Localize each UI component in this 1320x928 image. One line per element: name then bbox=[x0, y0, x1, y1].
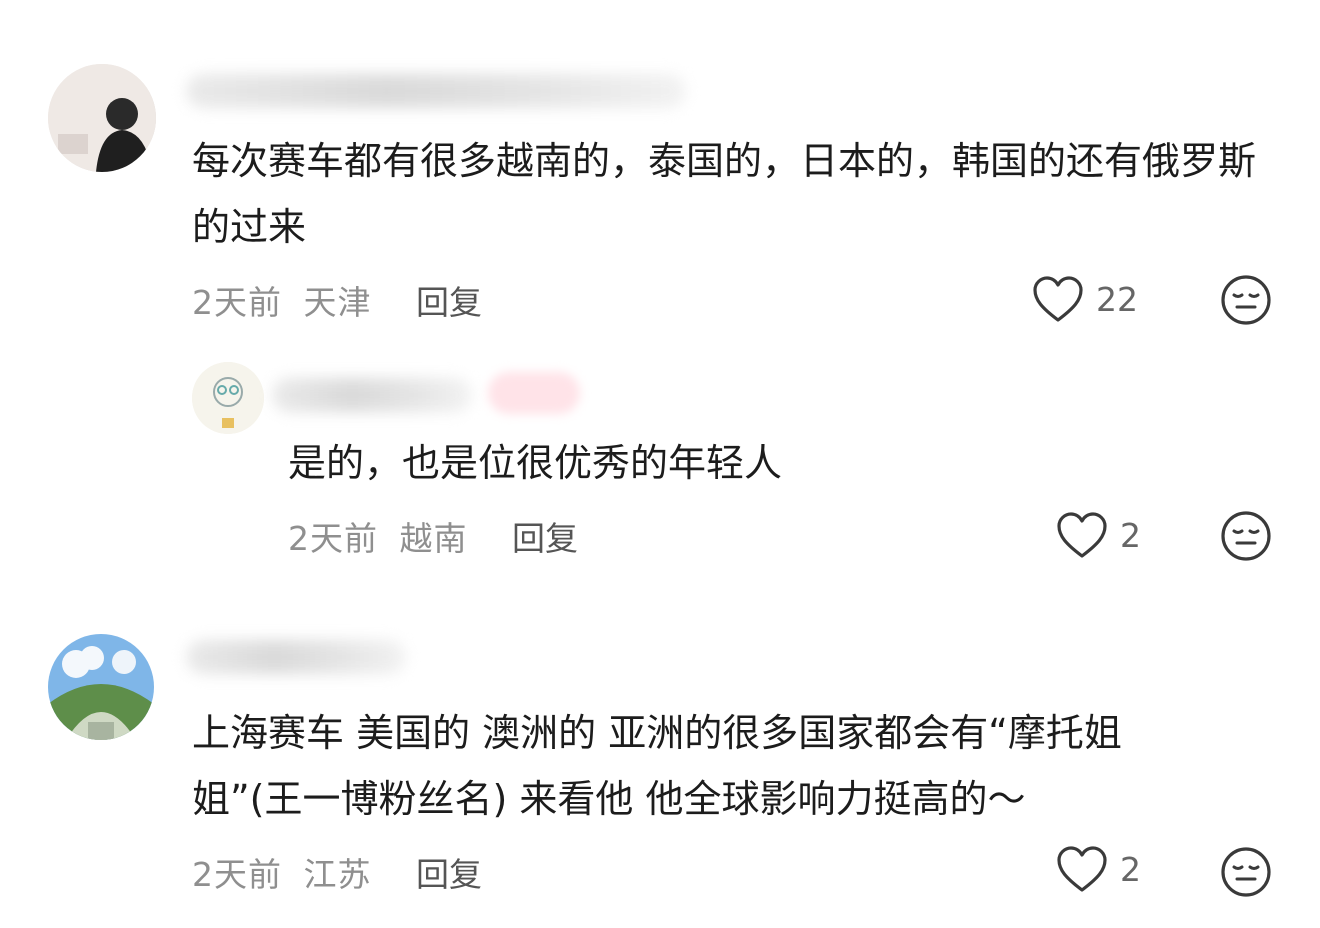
comment-meta: 2天前 天津 bbox=[192, 276, 372, 324]
commenter-name-blurred[interactable] bbox=[186, 74, 686, 108]
reply-button[interactable]: 回复 bbox=[512, 512, 578, 560]
comment-text: 上海赛车 美国的 澳洲的 亚洲的很多国家都会有“摩托姐姐”(王一博粉丝名) 来看… bbox=[192, 711, 1122, 821]
reply-button[interactable]: 回复 bbox=[416, 848, 482, 896]
like-count: 2 bbox=[1120, 516, 1141, 555]
comment-location: 天津 bbox=[303, 283, 372, 322]
heart-outline-icon[interactable] bbox=[1056, 846, 1108, 894]
neutral-face-icon[interactable] bbox=[1220, 510, 1272, 562]
like-count: 2 bbox=[1120, 850, 1141, 889]
comment-time: 2天前 bbox=[192, 855, 282, 894]
commenter-avatar[interactable] bbox=[48, 634, 154, 740]
comment-meta: 2天前 江苏 bbox=[192, 848, 372, 896]
author-badge bbox=[488, 372, 580, 414]
reply-text: 是的，也是位很优秀的年轻人 bbox=[288, 441, 783, 485]
commenter-name-blurred[interactable] bbox=[186, 640, 406, 674]
neutral-face-icon[interactable] bbox=[1220, 846, 1272, 898]
comment-location: 江苏 bbox=[303, 855, 372, 894]
commenter-avatar[interactable] bbox=[48, 64, 156, 172]
heart-outline-icon[interactable] bbox=[1056, 512, 1108, 560]
reply-meta: 2天前 越南 bbox=[288, 512, 468, 560]
comment-text: 每次赛车都有很多越南的，泰国的，日本的，韩国的还有俄罗斯的过来 bbox=[192, 139, 1257, 249]
replier-avatar[interactable] bbox=[192, 362, 264, 434]
heart-outline-icon[interactable] bbox=[1032, 276, 1084, 324]
reply-button[interactable]: 回复 bbox=[416, 276, 482, 324]
reply-location: 越南 bbox=[399, 519, 468, 558]
neutral-face-icon[interactable] bbox=[1220, 274, 1272, 326]
comment-time: 2天前 bbox=[192, 283, 282, 322]
replier-name-blurred[interactable] bbox=[272, 378, 472, 412]
like-count: 22 bbox=[1096, 280, 1138, 319]
reply-time: 2天前 bbox=[288, 519, 378, 558]
